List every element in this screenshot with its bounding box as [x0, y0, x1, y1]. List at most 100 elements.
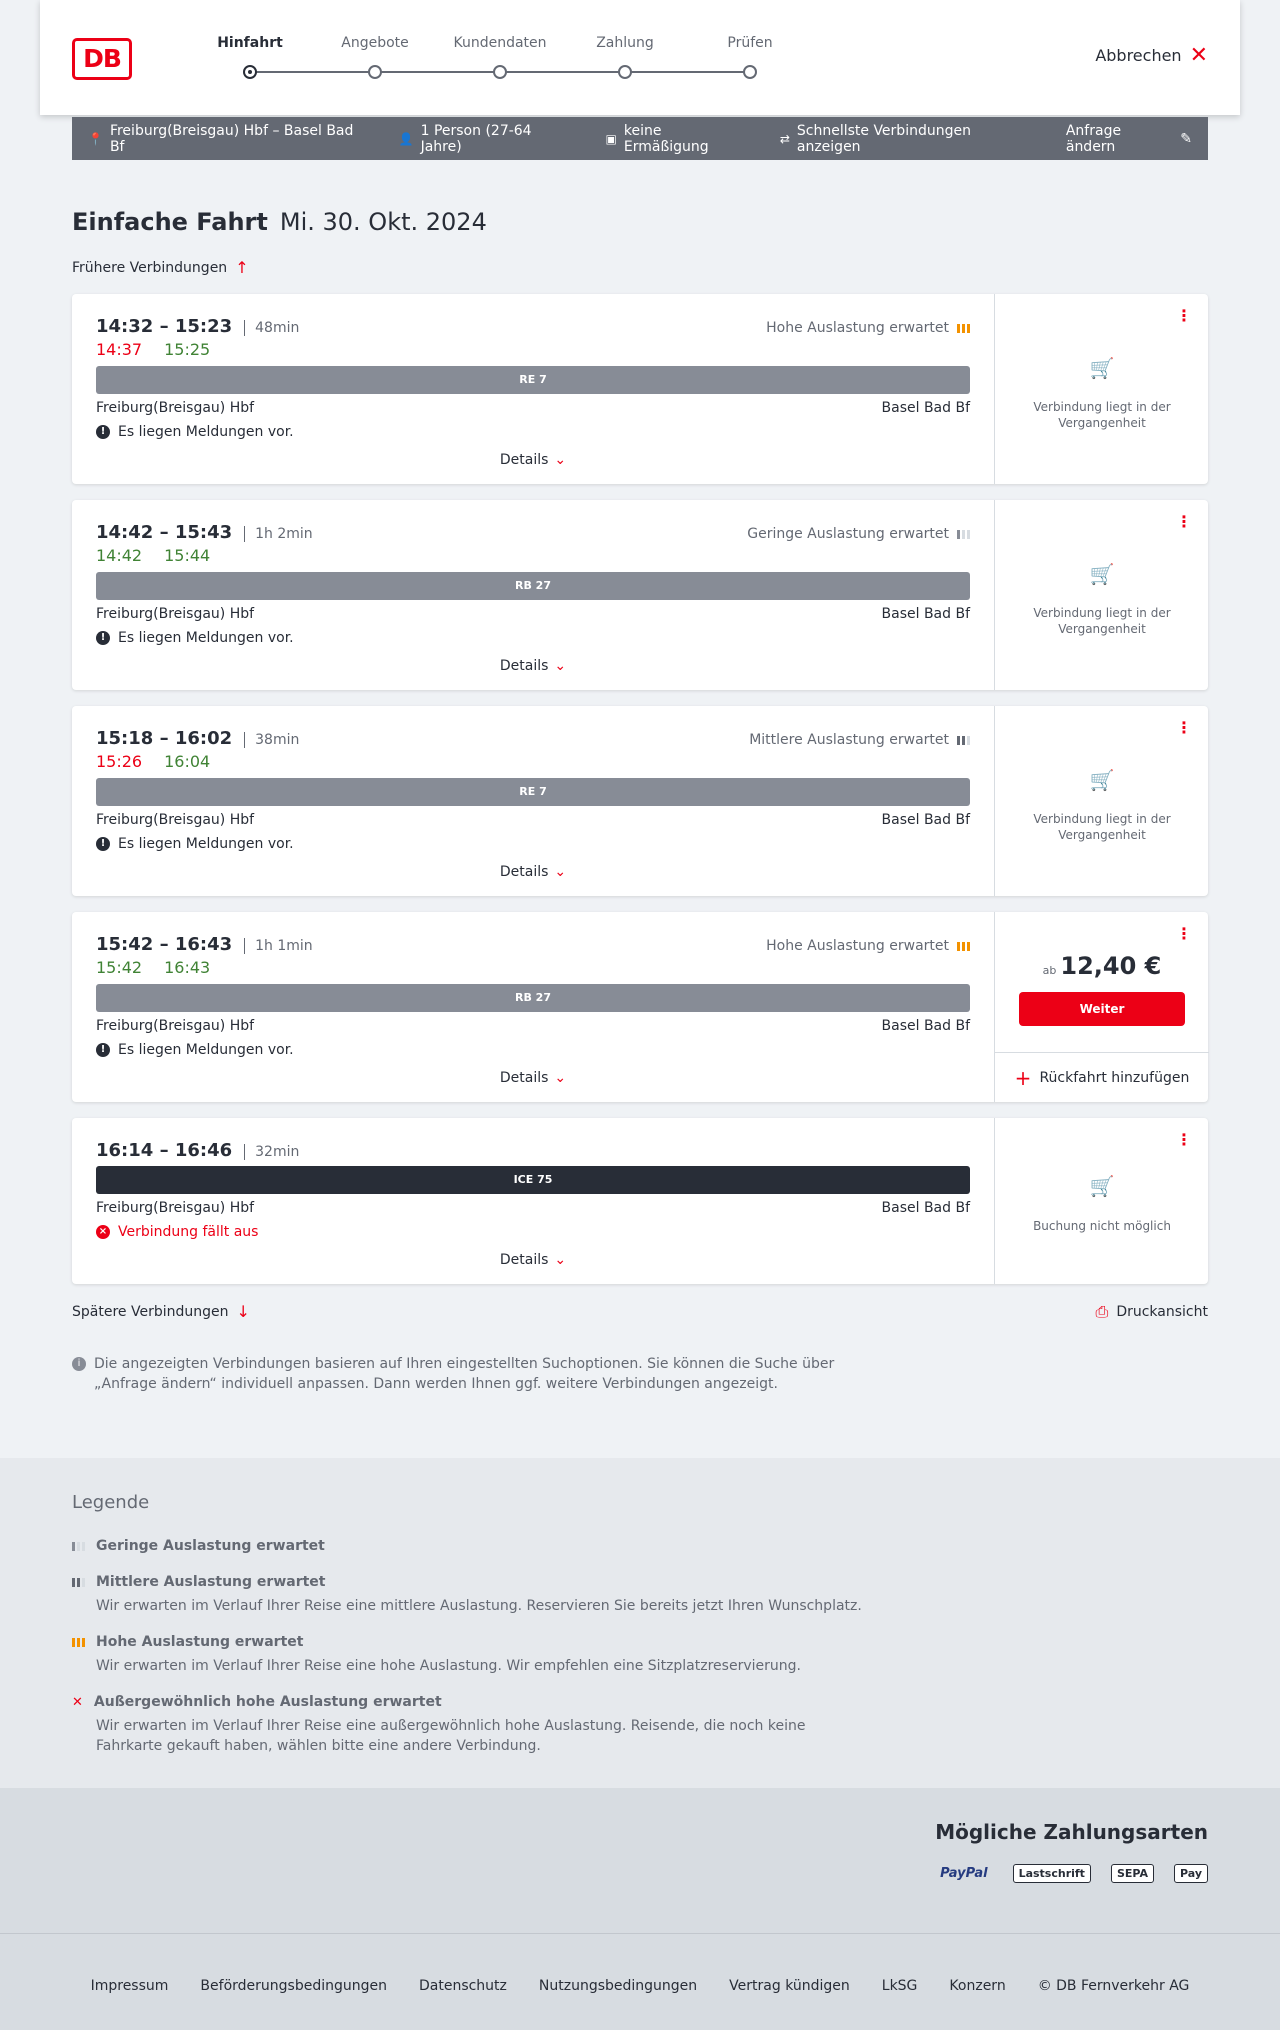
connection-info[interactable]: 14:32 – 15:23 48min 14:37 15:25 Hohe Ausla…: [72, 294, 994, 484]
fastest-text: Schnellste Verbindungen anzeigen: [796, 122, 971, 155]
legend-title: Legende: [72, 1492, 150, 1513]
connection-info[interactable]: 14:42 – 15:43 1h 2min 14:42 15:44 Geringe …: [72, 500, 994, 690]
page-title: Einfache Fahrt Mi. 30. Okt. 2024: [72, 208, 487, 236]
arrow-down-icon: ↓: [236, 1302, 250, 1321]
info-icon: i: [72, 1357, 86, 1371]
connection-info[interactable]: 16:14 – 16:46 32min ICE 75 Freiburg(Breis…: [72, 1118, 994, 1284]
chevron-down-icon: ⌄: [554, 452, 567, 468]
cart-unavailable-icon: 🛒: [1089, 768, 1115, 792]
continue-button[interactable]: Weiter: [1019, 992, 1185, 1026]
realtime-times: 14:42 15:44: [96, 546, 232, 565]
footer-link-befoerderungsbedingungen[interactable]: Beförderungsbedingungen: [200, 1978, 387, 1994]
message-text: Verbindung fällt aus: [118, 1224, 259, 1240]
train-bar: RE 7: [96, 778, 970, 806]
bahncard-icon: ▣: [605, 131, 617, 146]
print-label: Druckansicht: [1116, 1304, 1208, 1320]
progress-stepper: Hinfahrt Angebote Kundendaten Zahlung Pr…: [170, 0, 773, 115]
offer-status: Verbindung liegt in der Vergangenheit: [1033, 400, 1171, 430]
duration: 1h 1min: [244, 938, 313, 954]
times-text: 15:42 – 16:43: [96, 934, 233, 955]
step-kundendaten-dot: [493, 65, 507, 79]
footer-link-nutzungsbedingungen[interactable]: Nutzungsbedingungen: [539, 1978, 697, 1994]
step-zahlung-dot: [618, 65, 632, 79]
legend-item-extreme: ✕ Außergewöhnlich hohe Auslastung erwarte…: [72, 1694, 972, 1756]
legend-item-desc: Wir erwarten im Verlauf Ihrer Reise eine…: [96, 1598, 862, 1614]
message-notice: ! Es liegen Meldungen vor.: [96, 424, 294, 440]
cancellation-notice: × Verbindung fällt aus: [96, 1224, 258, 1240]
step-angebote-label[interactable]: Angebote: [341, 35, 409, 51]
more-options-icon[interactable]: ⋮: [1176, 926, 1192, 942]
connection-card: 16:14 – 16:46 32min ICE 75 Freiburg(Breis…: [72, 1118, 1208, 1284]
more-options-icon[interactable]: ⋮: [1176, 1132, 1192, 1148]
occupancy-high-icon: [72, 1637, 85, 1647]
realtime-times: 15:26 16:04: [96, 752, 232, 771]
print-view-link[interactable]: ⎙ Druckansicht: [1096, 1302, 1208, 1322]
footer-link-impressum[interactable]: Impressum: [91, 1978, 169, 1994]
trip-kind: Einfache Fahrt: [72, 208, 268, 236]
more-options-icon[interactable]: ⋮: [1176, 308, 1192, 324]
message-text: Es liegen Meldungen vor.: [118, 1042, 294, 1058]
footer-link-vertrag-kuendigen[interactable]: Vertrag kündigen: [729, 1978, 850, 1994]
footer-link-konzern[interactable]: Konzern: [949, 1978, 1005, 1994]
destination-station: Basel Bad Bf: [881, 400, 970, 416]
cancel-button[interactable]: Abbrechen ✕: [1095, 44, 1208, 66]
summary-fastest: ⇄ Schnellste Verbindungen anzeigen: [780, 123, 1034, 155]
sepa-icon: SEPA: [1110, 1864, 1154, 1883]
occupancy-info: Hohe Auslastung erwartet: [766, 320, 970, 336]
offer-panel: ⋮ 🛒 Buchung nicht möglich: [994, 1118, 1208, 1284]
step-zahlung-label: Zahlung: [596, 35, 654, 51]
legend-item-title: Hohe Auslastung erwartet: [96, 1634, 304, 1650]
later-connections-link[interactable]: Spätere Verbindungen ↓: [72, 1302, 250, 1321]
offer-panel: ⋮ 🛒 Verbindung liegt in der Vergangenhei…: [994, 294, 1208, 484]
add-return-trip-button[interactable]: + Rückfahrt hinzufügen: [995, 1052, 1209, 1102]
planned-times: 14:32 – 15:23 48min: [96, 316, 299, 337]
legend-item-high: Hohe Auslastung erwartet Wir erwarten im…: [72, 1634, 972, 1676]
route-text: Freiburg(Breisgau) Hbf – Basel Bad Bf: [109, 122, 354, 155]
paypal-icon: PayPal: [940, 1866, 988, 1881]
price: ab 12,40 €: [995, 952, 1209, 980]
details-toggle[interactable]: Details ⌄: [72, 452, 994, 468]
edit-request-button[interactable]: Anfrage ändern ✎: [1066, 123, 1192, 155]
chevron-down-icon: ⌄: [554, 864, 567, 880]
direct-debit-icon: Lastschrift: [1012, 1864, 1091, 1883]
connection-info[interactable]: 15:18 – 16:02 38min 15:26 16:04 Mittlere A…: [72, 706, 994, 896]
realtime-departure: 15:26: [96, 752, 143, 771]
realtime-arrival: 16:04: [164, 752, 211, 771]
more-options-icon[interactable]: ⋮: [1176, 720, 1192, 736]
occupancy-medium-icon: [957, 735, 970, 745]
details-toggle[interactable]: Details ⌄: [72, 864, 994, 880]
legend-item-title: Mittlere Auslastung erwartet: [96, 1574, 326, 1590]
connection-card: 14:42 – 15:43 1h 2min 14:42 15:44 Geringe …: [72, 500, 1208, 690]
chevron-down-icon: ⌄: [554, 658, 567, 674]
search-summary-bar: 📍 Freiburg(Breisgau) Hbf – Basel Bad Bf 👤…: [72, 117, 1208, 160]
cancelled-icon: ×: [96, 1225, 110, 1239]
occupancy-info: Geringe Auslastung erwartet: [747, 526, 970, 542]
occupancy-low-icon: [72, 1541, 85, 1551]
message-notice: ! Es liegen Meldungen vor.: [96, 1042, 294, 1058]
times-text: 15:18 – 16:02: [96, 728, 233, 749]
later-label: Spätere Verbindungen: [72, 1303, 229, 1320]
connection-info[interactable]: 15:42 – 16:43 1h 1min 15:42 16:43 Hohe Aus…: [72, 912, 994, 1102]
apple-pay-icon: Pay: [1173, 1864, 1208, 1883]
legend-item-low: Geringe Auslastung erwartet: [72, 1538, 972, 1554]
train-bar: RB 27: [96, 572, 970, 600]
price-prefix: ab: [1042, 964, 1057, 977]
step-angebote-dot[interactable]: [368, 65, 382, 79]
details-toggle[interactable]: Details ⌄: [72, 658, 994, 674]
more-options-icon[interactable]: ⋮: [1176, 514, 1192, 530]
occupancy-text: Geringe Auslastung erwartet: [747, 526, 949, 542]
details-toggle[interactable]: Details ⌄: [72, 1252, 994, 1268]
details-toggle[interactable]: Details ⌄: [72, 1070, 994, 1086]
earlier-connections-link[interactable]: Frühere Verbindungen ↑: [72, 258, 249, 277]
add-return-label: Rückfahrt hinzufügen: [1039, 1069, 1190, 1086]
times-text: 14:42 – 15:43: [96, 522, 233, 543]
db-logo[interactable]: DB: [72, 38, 132, 80]
realtime-departure: 14:37: [96, 340, 143, 359]
footer-link-lksg[interactable]: LkSG: [882, 1978, 918, 1994]
payment-icons: PayPal Lastschrift SEPA Pay: [935, 1864, 1208, 1883]
offer-panel: ⋮ 🛒 Verbindung liegt in der Vergangenhei…: [994, 706, 1208, 896]
persons-text: 1 Person (27-64 Jahre): [420, 122, 532, 155]
footer-link-datenschutz[interactable]: Datenschutz: [419, 1978, 507, 1994]
summary-route: 📍 Freiburg(Breisgau) Hbf – Basel Bad Bf: [88, 123, 367, 155]
alert-icon: !: [96, 425, 110, 439]
